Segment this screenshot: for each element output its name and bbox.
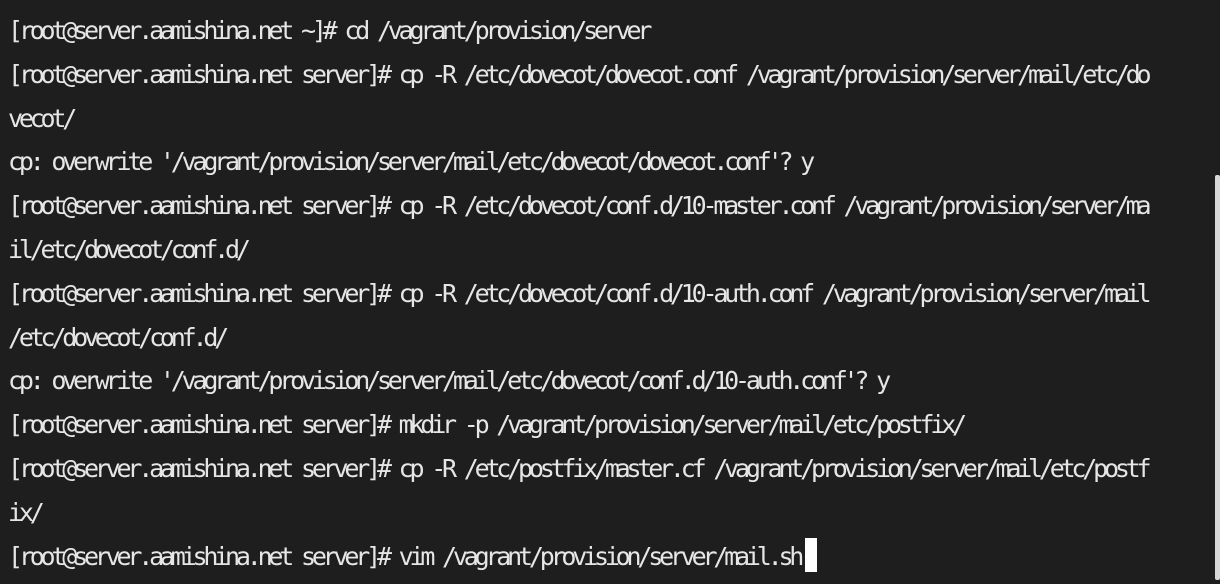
text-cursor — [805, 537, 818, 572]
terminal-line: [root@server.aamishina.net server]# cp -… — [8, 453, 1152, 483]
terminal-line: cp: overwrite '/vagrant/provision/server… — [8, 147, 815, 177]
terminal-line: [root@server.aamishina.net server]# mkdi… — [8, 410, 967, 440]
terminal-line: ix/ — [8, 497, 45, 527]
terminal-window[interactable]: [root@server.aamishina.net ~]# cd /vagra… — [0, 0, 1220, 584]
terminal-line: [root@server.aamishina.net server]# cp -… — [8, 191, 1152, 221]
terminal-line: cp: overwrite '/vagrant/provision/server… — [8, 366, 891, 396]
terminal-output: [root@server.aamishina.net ~]# cd /vagra… — [8, 9, 1208, 578]
terminal-line: [root@server.aamishina.net server]# cp -… — [8, 59, 1152, 89]
terminal-prompt-line[interactable]: [root@server.aamishina.net server]# vim … — [8, 535, 1208, 579]
terminal-line: vecot/ — [8, 103, 77, 133]
terminal-scrollbar[interactable] — [1215, 175, 1220, 580]
terminal-line: [root@server.aamishina.net ~]# cd /vagra… — [8, 16, 652, 45]
terminal-line: /etc/dovecot/conf.d/ — [8, 322, 229, 352]
terminal-line: [root@server.aamishina.net server]# cp -… — [8, 278, 1152, 308]
terminal-current-command: [root@server.aamishina.net server]# vim … — [8, 541, 804, 571]
terminal-line: il/etc/dovecot/conf.d/ — [8, 234, 251, 264]
